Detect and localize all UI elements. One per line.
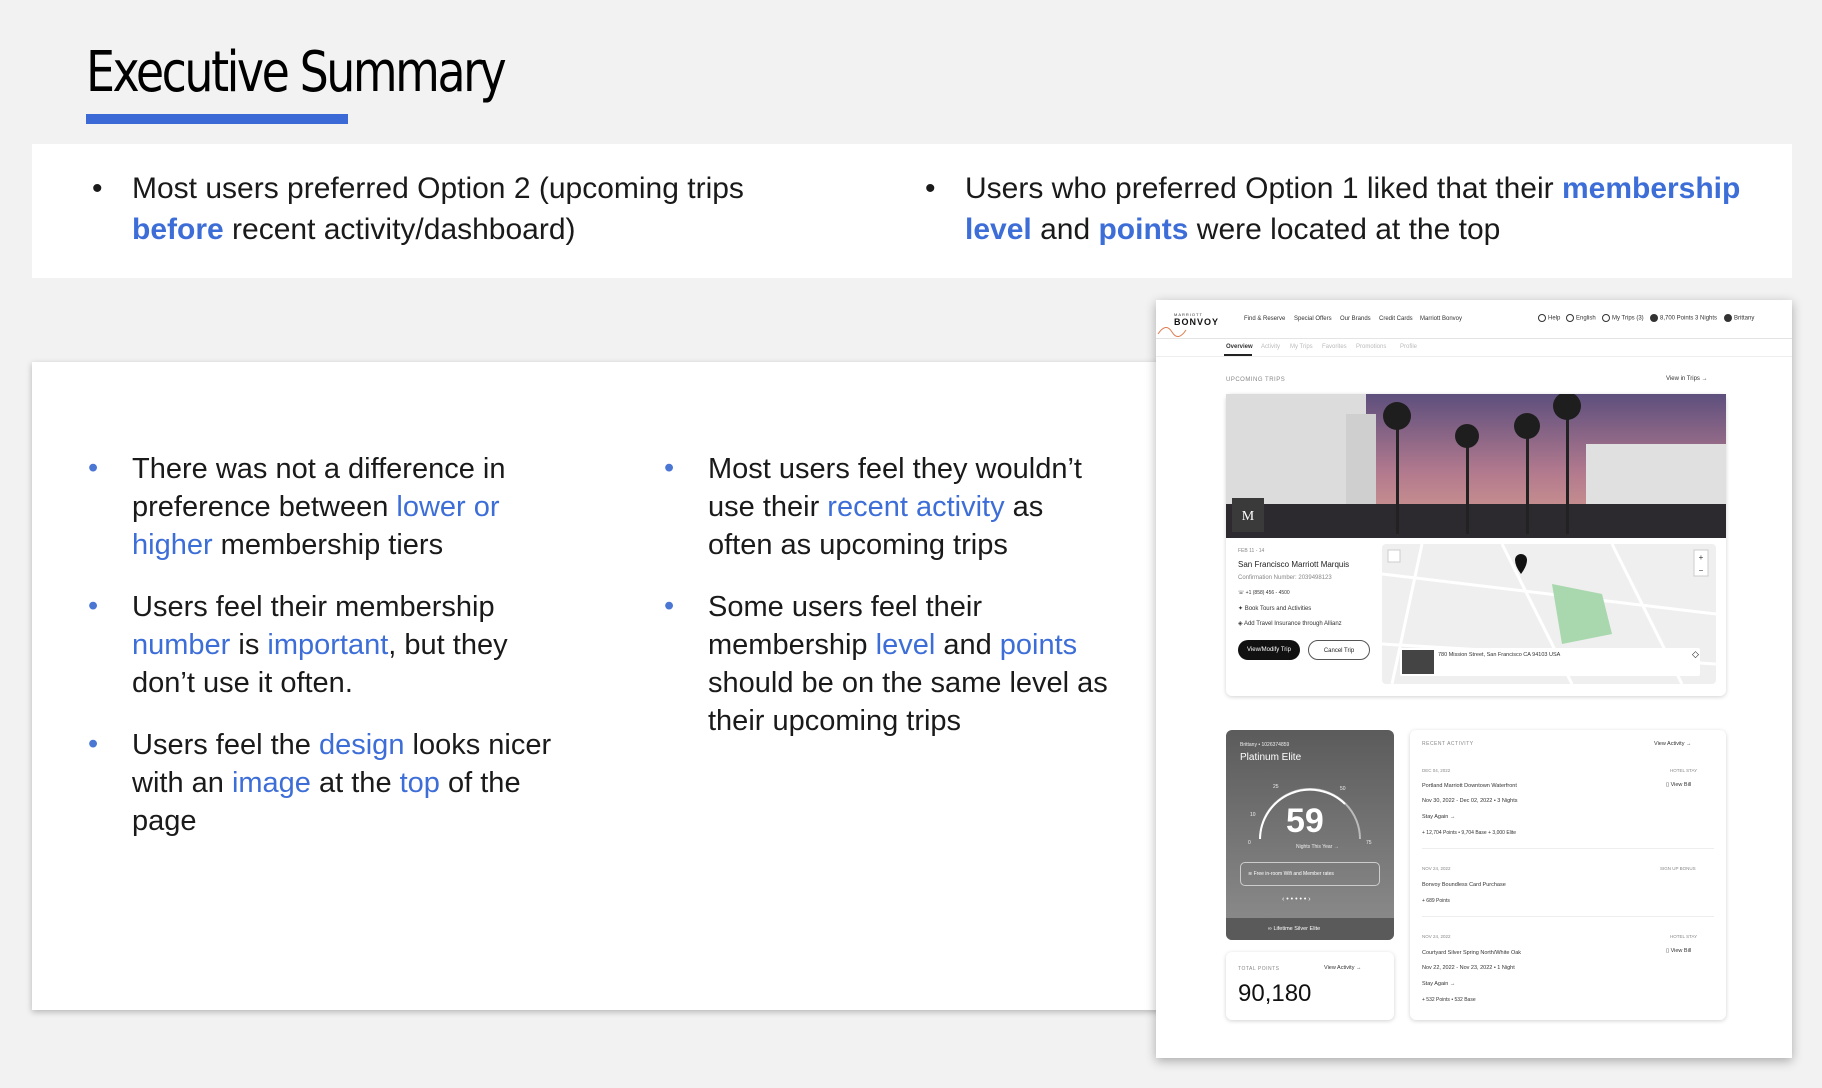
activity-dates: Nov 22, 2022 - Nov 23, 2022 • 1 Night [1422, 965, 1515, 971]
stay-again-link[interactable]: Stay Again → [1422, 814, 1455, 820]
gauge-tick-10: 10 [1250, 812, 1256, 818]
svg-text:M: M [1242, 509, 1255, 524]
activity-points: + 532 Points • 532 Base [1422, 997, 1476, 1003]
highlight-points: points [1098, 213, 1189, 246]
activity-type: HOTEL STAY [1670, 934, 1698, 939]
trip-map[interactable]: + − [1382, 544, 1716, 684]
svg-text:+: + [1699, 553, 1704, 562]
member-tier: Platinum Elite [1240, 752, 1302, 763]
hotel-name[interactable]: San Francisco Marriott Marquis [1238, 560, 1349, 569]
finding-item: • Users feel their membership number is i… [88, 590, 508, 699]
finding-item: • There was not a difference in preferenc… [88, 452, 506, 561]
view-modify-trip-button[interactable]: View/Modify Trip [1238, 640, 1300, 660]
findings-right-column: • Most users feel they wouldn’t use their… [664, 450, 1108, 764]
suitcase-icon [1602, 314, 1610, 322]
upcoming-trips-label: UPCOMING TRIPS [1226, 377, 1286, 383]
tabs-divider [1156, 356, 1792, 357]
nav-find-reserve[interactable]: Find & Reserve [1244, 316, 1285, 322]
view-in-trips-link[interactable]: View in Trips → [1666, 376, 1708, 382]
lifetime-status: ∞ Lifetime Silver Elite [1268, 926, 1321, 932]
gauge-tick-75: 75 [1366, 840, 1372, 846]
svg-text:−: − [1699, 566, 1704, 575]
activity-type: SIGN UP BONUS [1660, 866, 1696, 871]
trip-dates: FEB 11 - 14 [1238, 548, 1265, 554]
slide: Executive Summary • Most users preferred… [0, 0, 1822, 1088]
total-points-label: TOTAL POINTS [1238, 966, 1280, 972]
travel-insurance-link[interactable]: ◈ Add Travel Insurance through Allianz [1238, 620, 1342, 627]
help-icon [1538, 314, 1546, 322]
hotel-photo: M [1226, 394, 1726, 538]
hotel-address: 780 Mission Street, San Francisco CA 941… [1438, 652, 1561, 658]
title-underline [86, 114, 348, 124]
finding-item: • Most users feel they wouldn’t use their… [664, 452, 1082, 561]
gauge-tick-25: 25 [1273, 784, 1279, 790]
walk-icon: ✦ [1238, 606, 1245, 612]
util-language[interactable]: English [1566, 314, 1596, 322]
activity-name[interactable]: Portland Marriott Downtown Waterfront [1422, 783, 1517, 789]
confirmation-number: Confirmation Number: 2039498123 [1238, 575, 1332, 581]
recent-activity-label: RECENT ACTIVITY [1422, 741, 1474, 747]
stay-again-link[interactable]: Stay Again → [1422, 981, 1455, 987]
view-activity-link[interactable]: View Activity → [1324, 965, 1362, 971]
decorative-swirl-icon [1157, 327, 1187, 337]
activity-date: NOV 24, 2022 [1422, 934, 1451, 939]
tab-profile[interactable]: Profile [1400, 344, 1417, 350]
finding-item: • Users feel the design looks nicer with … [88, 728, 552, 837]
benefit-text: ≋ Free in-room Wifi and Member rates [1248, 871, 1334, 877]
nav-credit-cards[interactable]: Credit Cards [1379, 316, 1413, 322]
directions-icon[interactable]: ◇ [1692, 649, 1699, 660]
top-bullet-left: • Most users preferred Option 2 (upcomin… [92, 168, 812, 250]
view-bill-link[interactable]: ▯ View Bill [1666, 782, 1691, 788]
top-bullet-right: • Users who preferred Option 1 liked tha… [925, 168, 1755, 250]
slide-title: Executive Summary [86, 40, 507, 105]
tab-overview[interactable]: Overview [1226, 344, 1253, 350]
hotel-phone: ☏ +1 (858) 456 - 4500 [1238, 590, 1290, 596]
nights-count: 59 [1286, 802, 1324, 840]
cancel-trip-button[interactable]: Cancel Trip [1308, 640, 1370, 660]
tab-promotions[interactable]: Promotions [1356, 344, 1386, 350]
nav-special-offers[interactable]: Special Offers [1294, 316, 1332, 322]
user-icon [1724, 314, 1732, 322]
activity-name[interactable]: Courtyard Silver Spring North/White Oak [1422, 950, 1521, 956]
activity-divider [1422, 848, 1714, 849]
activity-date: DEC 04, 2022 [1422, 768, 1451, 773]
activity-divider [1422, 916, 1714, 917]
book-tours-link[interactable]: ✦ Book Tours and Activities [1238, 605, 1311, 612]
activity-points: + 12,704 Points • 9,704 Base + 3,000 Eli… [1422, 830, 1517, 836]
tab-favorites[interactable]: Favorites [1322, 344, 1347, 350]
view-bill-link[interactable]: ▯ View Bill [1666, 948, 1691, 954]
dashboard-mockup: MARRIOTT BONVOY Find & Reserve Special O… [1156, 300, 1792, 1058]
tab-my-trips[interactable]: My Trips [1290, 344, 1313, 350]
member-name: Brittany • 1026374859 [1240, 742, 1290, 748]
points-icon [1650, 314, 1658, 322]
header-divider [1156, 338, 1792, 339]
total-points-value: 90,180 [1238, 980, 1312, 1007]
tab-activity[interactable]: Activity [1261, 344, 1280, 350]
gauge-tick-0: 0 [1248, 840, 1251, 846]
recent-activity-card [1410, 730, 1726, 1020]
globe-icon [1566, 314, 1574, 322]
nav-our-brands[interactable]: Our Brands [1340, 316, 1371, 322]
gauge-tick-50: 50 [1340, 786, 1346, 792]
util-account[interactable]: Brittany [1724, 314, 1754, 322]
activity-points: + 689 Points [1422, 898, 1450, 904]
carousel-controls[interactable]: ‹ • • • • • › [1282, 896, 1311, 903]
phone-icon: ☏ [1238, 590, 1246, 596]
nav-marriott-bonvoy[interactable]: Marriott Bonvoy [1420, 316, 1462, 322]
bullet-dot: • [925, 172, 936, 205]
highlight-before: before [132, 213, 224, 246]
util-points[interactable]: 8,700 Points 3 Nights [1650, 314, 1717, 322]
util-help[interactable]: Help [1538, 314, 1560, 322]
activity-date: NOV 24, 2022 [1422, 866, 1451, 871]
activity-name[interactable]: Bonvoy Boundless Card Purchase [1422, 882, 1506, 888]
finding-item: • Some users feel their membership level … [664, 590, 1108, 737]
util-my-trips[interactable]: My Trips (3) [1602, 314, 1644, 322]
activity-type: HOTEL STAY [1670, 768, 1698, 773]
nights-this-year-link[interactable]: Nights This Year → [1296, 844, 1339, 850]
bullet-dot: • [92, 172, 103, 205]
activity-dates: Nov 30, 2022 - Dec 02, 2022 • 3 Nights [1422, 798, 1518, 804]
view-activity-link-2[interactable]: View Activity → [1654, 741, 1692, 747]
findings-left-column: • There was not a difference in preferenc… [88, 450, 562, 864]
